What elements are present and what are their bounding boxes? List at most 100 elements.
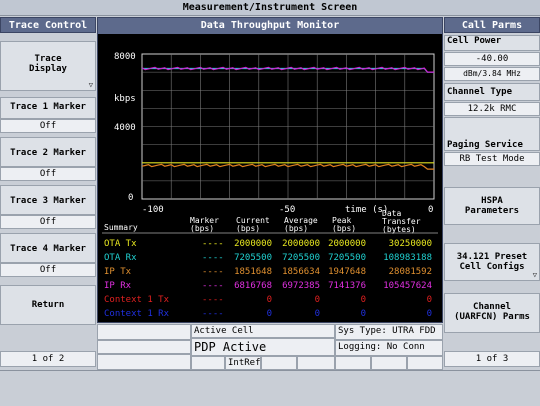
trace-1-marker-button[interactable]: Trace 1 Marker: [0, 97, 96, 119]
table-cell-current: 0: [267, 309, 272, 319]
table-cell-peak: 7205500: [328, 253, 366, 263]
table-cell-average: 1856634: [282, 267, 320, 277]
table-cell-marker: ----: [202, 239, 224, 249]
call-parms-header: Call Parms: [444, 17, 540, 33]
table-cell-name: IP Tx: [104, 267, 132, 277]
hspa-parameters-label: HSPA Parameters: [464, 196, 520, 216]
status-cell: [97, 354, 191, 370]
preset-cell-configs-label: 34.121 Preset Cell Configs: [456, 252, 528, 272]
status-cell: [97, 324, 191, 340]
status-cell: [407, 356, 443, 370]
table-cell-name: IP Rx: [104, 281, 132, 291]
table-cell-peak: 1947648: [328, 267, 366, 277]
trace-3-marker-button[interactable]: Trace 3 Marker: [0, 185, 96, 215]
table-cell-name: OTA Tx: [104, 239, 137, 249]
channel-type-button[interactable]: Channel Type: [444, 83, 540, 101]
table-cell-peak: 7141376: [328, 281, 366, 291]
right-softkey-panel: Call Parms Cell Power -40.00 dBm/3.84 MH…: [444, 17, 540, 370]
table-cell-peak: 0: [361, 309, 366, 319]
left-page-indicator: 1 of 2: [0, 351, 96, 367]
dropdown-arrow-icon: ▽: [88, 81, 93, 89]
table-cell-peak: 2000000: [328, 239, 366, 249]
trace-4-marker-button[interactable]: Trace 4 Marker: [0, 233, 96, 263]
table-cell-marker: ----: [202, 253, 224, 263]
x-label-left: -100: [142, 205, 164, 215]
table-cell-marker: ----: [202, 267, 224, 277]
intref-indicator: IntRef: [225, 356, 261, 370]
trace-2-marker-button[interactable]: Trace 2 Marker: [0, 137, 96, 167]
table-header: Summary: [104, 223, 138, 232]
cell-power-button[interactable]: Cell Power: [444, 35, 540, 51]
x-label-mid: -50: [279, 205, 295, 215]
table-cell-average: 2000000: [282, 239, 320, 249]
trace-1-marker-value: Off: [0, 119, 96, 133]
table-cell-transfer: 28081592: [389, 267, 432, 277]
table-cell-average: 0: [315, 309, 320, 319]
table-cell-name: Context 1 Rx: [104, 309, 170, 319]
y-unit-label: kbps: [114, 94, 136, 104]
plot-grid: [142, 54, 434, 199]
table-cell-transfer: 30250000: [389, 239, 432, 249]
cell-power-unit: dBm/3.84 MHz: [444, 67, 540, 81]
paging-service-value: RB Test Mode: [444, 152, 540, 166]
channel-uarfcn-parms-label: Channel (UARFCN) Parms: [454, 302, 530, 322]
status-cell: [335, 356, 371, 370]
table-cell-marker: ----: [202, 281, 224, 291]
table-cell-transfer: 108983188: [383, 253, 432, 263]
y-label-mid: 4000: [114, 123, 136, 133]
table-cell-current: 7205500: [234, 253, 272, 263]
preset-cell-configs-button[interactable]: 34.121 Preset Cell Configs ▽: [444, 243, 540, 281]
paging-service-label: Paging Service: [447, 140, 523, 150]
status-cell: [191, 356, 225, 370]
return-button[interactable]: Return: [0, 285, 96, 325]
trace-display-button[interactable]: Trace Display ▽: [0, 41, 96, 91]
message-area: [0, 370, 540, 406]
left-softkey-panel: Trace Control Trace Display ▽ Trace 1 Ma…: [0, 17, 96, 370]
table-cell-marker: ----: [202, 309, 224, 319]
table-cell-peak: 0: [361, 295, 366, 305]
trace-4-marker-value: Off: [0, 263, 96, 277]
channel-uarfcn-parms-button[interactable]: Channel (UARFCN) Parms: [444, 293, 540, 333]
table-header: Marker (bps): [190, 216, 219, 233]
trace-3-marker-label: Trace 3 Marker: [10, 196, 86, 206]
status-cell: [297, 356, 335, 370]
window-title: Measurement/Instrument Screen: [0, 0, 540, 16]
table-cell-current: 2000000: [234, 239, 272, 249]
status-cell: [261, 356, 297, 370]
x-label-right: 0: [428, 205, 433, 215]
trace-1-marker-label: Trace 1 Marker: [10, 102, 86, 112]
paging-service-button[interactable]: Paging Service: [444, 117, 540, 151]
trace-2-marker-label: Trace 2 Marker: [10, 148, 86, 158]
status-cell: [371, 356, 407, 370]
table-cell-average: 0: [315, 295, 320, 305]
active-cell-value: PDP Active: [191, 338, 335, 356]
logging-status: Logging: No Conn: [335, 340, 443, 356]
table-cell-transfer: 105457624: [383, 281, 432, 291]
monitor-title: Data Throughput Monitor: [98, 18, 442, 34]
cell-power-value: -40.00: [444, 52, 540, 66]
table-header: Average (bps): [284, 216, 318, 233]
trace-control-header: Trace Control: [0, 17, 96, 33]
trace-4-marker-label: Trace 4 Marker: [10, 244, 86, 254]
cell-power-label: Cell Power: [447, 36, 502, 46]
table-cell-marker: ----: [202, 295, 224, 305]
table-cell-name: OTA Rx: [104, 253, 137, 263]
table-cell-transfer: 0: [427, 309, 432, 319]
trace-3-marker-value: Off: [0, 215, 96, 229]
sys-type: Sys Type: UTRA FDD: [335, 324, 443, 340]
throughput-monitor: Data Throughput Monitor 8000 kbps 4000 0…: [97, 17, 443, 323]
channel-type-value: 12.2k RMC: [444, 102, 540, 116]
table-header: Peak (bps): [332, 216, 356, 233]
status-area: Active Cell PDP Active Sys Type: UTRA FD…: [97, 324, 443, 370]
hspa-parameters-button[interactable]: HSPA Parameters: [444, 187, 540, 225]
y-label-top: 8000: [114, 52, 136, 62]
active-cell-label: Active Cell: [191, 324, 335, 338]
throughput-chart: 8000 kbps 4000 0 -100 -50 time (s) 0 Sum…: [102, 52, 438, 319]
y-label-zero: 0: [128, 193, 133, 203]
trace-display-label: Trace Display: [29, 54, 67, 74]
table-header: Current (bps): [236, 216, 270, 233]
table-cell-name: Context 1 Tx: [104, 295, 170, 305]
channel-type-label: Channel Type: [447, 87, 513, 97]
table-cell-average: 7205500: [282, 253, 320, 263]
status-cell: [97, 340, 191, 354]
